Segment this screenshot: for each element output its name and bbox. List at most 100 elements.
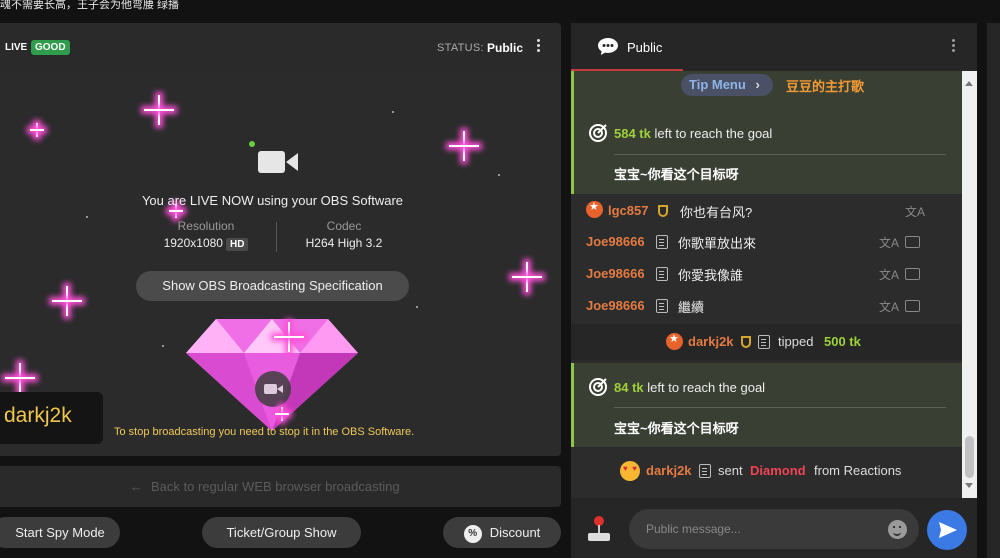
status-value: Public (487, 41, 524, 55)
chat-header: Public (571, 23, 977, 71)
back-to-web-broadcast-link[interactable]: ← Back to regular WEB browser broadcastin… (0, 466, 561, 507)
discount-button[interactable]: % Discount (443, 517, 561, 548)
reaction-username[interactable]: darkj2k (646, 463, 692, 478)
star-dot (392, 111, 394, 113)
chat-message: lgc857 你也有台风? 文A (571, 195, 962, 225)
scrollbar-thumb[interactable] (965, 436, 974, 478)
translate-icon[interactable]: 文A (879, 298, 899, 315)
goal-suffix: left to reach the goal (654, 126, 773, 141)
goal-divider (614, 154, 946, 155)
tab-public[interactable]: Public (571, 23, 683, 71)
live-quality-badge: GOOD (31, 40, 70, 55)
live-now-text: You are LIVE NOW using your OBS Software (141, 193, 404, 208)
tip-menu-song: 豆豆的主打歌 (786, 79, 865, 94)
joystick-icon[interactable] (586, 515, 612, 543)
scroll-down-icon[interactable] (965, 483, 973, 488)
message-text: 你歌單放出來 (678, 236, 757, 251)
ticket-group-show-button[interactable]: Ticket/Group Show (202, 517, 361, 548)
shield-icon (658, 205, 668, 217)
tip-notification: darkj2k tipped 500 tk (571, 324, 962, 360)
sparkle-decoration (274, 322, 304, 352)
goal-message-block: 84 tk left to reach the goal 宝宝~你看这个目标呀 (571, 363, 962, 447)
broadcast-panel: LIVE GOOD STATUS: Public You are LIVE NO… (0, 23, 561, 456)
translate-icon[interactable]: 文A (905, 203, 925, 220)
sparkle-decoration (52, 286, 82, 316)
hide-image-icon[interactable] (905, 236, 920, 248)
chat-options-icon[interactable] (952, 39, 956, 54)
back-link-label: Back to regular WEB browser broadcasting (151, 479, 400, 494)
chat-message: Joe98666 你愛我像誰 文A (571, 258, 962, 288)
reaction-verb: sent (718, 463, 743, 478)
reaction-notification: darkj2k sent Diamond from Reactions (571, 448, 962, 495)
note-icon (699, 464, 711, 478)
back-arrow-icon: ← (130, 479, 143, 494)
note-icon (656, 235, 668, 249)
message-username[interactable]: lgc857 (608, 203, 648, 218)
hide-image-icon[interactable] (905, 300, 920, 312)
resolution-label: Resolution (177, 219, 235, 233)
goal-progress-text: 84 tk left to reach the goal (614, 380, 765, 395)
chat-bubble-icon (598, 38, 618, 55)
discount-label: Discount (489, 525, 541, 540)
stop-broadcast-note: To stop broadcasting you need to stop it… (114, 426, 415, 438)
hide-image-icon[interactable] (905, 268, 920, 280)
translate-icon[interactable]: 文A (879, 266, 899, 283)
start-spy-mode-button[interactable]: Start Spy Mode (0, 517, 120, 548)
send-button[interactable] (927, 510, 967, 550)
star-dot (498, 174, 500, 176)
note-icon (656, 267, 668, 281)
reaction-item: Diamond (750, 463, 806, 478)
tip-username[interactable]: darkj2k (688, 334, 734, 349)
message-text: 你也有台风? (680, 205, 753, 220)
tip-menu-label: Tip Menu (689, 77, 746, 92)
goal-description: 宝宝~你看这个目标呀 (614, 421, 739, 436)
spec-divider (276, 222, 277, 252)
chat-messages: Tip Menu › 豆豆的主打歌 584 tk left to reach t… (571, 71, 962, 498)
shield-icon (741, 336, 751, 348)
chat-input-bar (571, 498, 977, 558)
note-icon (656, 299, 668, 313)
star-dot (86, 216, 88, 218)
more-options-icon[interactable] (537, 39, 541, 54)
message-username[interactable]: Joe98666 (586, 266, 645, 281)
translate-icon[interactable]: 文A (879, 234, 899, 251)
public-message-input[interactable] (629, 509, 919, 549)
scroll-up-icon[interactable] (965, 81, 973, 86)
chat-panel: Public Tip Menu › 豆豆的主打歌 584 tk left to … (571, 23, 977, 558)
emoji-picker-icon[interactable] (888, 520, 907, 539)
star-badge-icon (586, 200, 603, 218)
note-icon (758, 335, 770, 349)
sparkle-decoration (449, 131, 479, 161)
show-obs-spec-button[interactable]: Show OBS Broadcasting Specification (136, 271, 409, 301)
star-badge-icon (666, 332, 683, 350)
chevron-right-icon: › (755, 77, 760, 92)
chat-message: Joe98666 你歌單放出來 文A (571, 226, 962, 256)
heart-eyes-emoji-icon (620, 461, 640, 481)
sparkle-decoration (144, 95, 174, 125)
goal-tokens: 584 tk (614, 126, 651, 141)
send-icon (939, 522, 957, 538)
goal-description: 宝宝~你看这个目标呀 (614, 167, 739, 182)
goal-tokens: 84 tk (614, 380, 644, 395)
message-username[interactable]: Joe98666 (586, 298, 645, 313)
message-username[interactable]: Joe98666 (586, 234, 645, 249)
message-text: 繼續 (678, 300, 705, 315)
resolution-value-row: 1920x1080 HD (146, 236, 266, 251)
codec-label: Codec (326, 219, 362, 233)
chat-scrollbar[interactable] (962, 71, 977, 498)
broadcaster-username: darkj2k (0, 392, 103, 444)
resolution-value: 1920x1080 (163, 236, 223, 250)
codec-info: Codec H264 High 3.2 (284, 219, 404, 250)
sparkle-decoration (30, 123, 44, 137)
tab-public-label: Public (627, 40, 663, 55)
live-indicator-dot (249, 141, 255, 147)
codec-value: H264 High 3.2 (305, 236, 383, 250)
reaction-suffix: from Reactions (814, 463, 902, 478)
sparkle-decoration (512, 262, 542, 292)
resolution-info: Resolution 1920x1080 HD (146, 219, 266, 251)
goal-divider (614, 407, 946, 408)
tip-menu-button[interactable]: Tip Menu › (681, 74, 773, 96)
goal-target-icon (589, 124, 607, 142)
star-dot (416, 306, 418, 308)
goal-progress-text: 584 tk left to reach the goal (614, 126, 772, 141)
